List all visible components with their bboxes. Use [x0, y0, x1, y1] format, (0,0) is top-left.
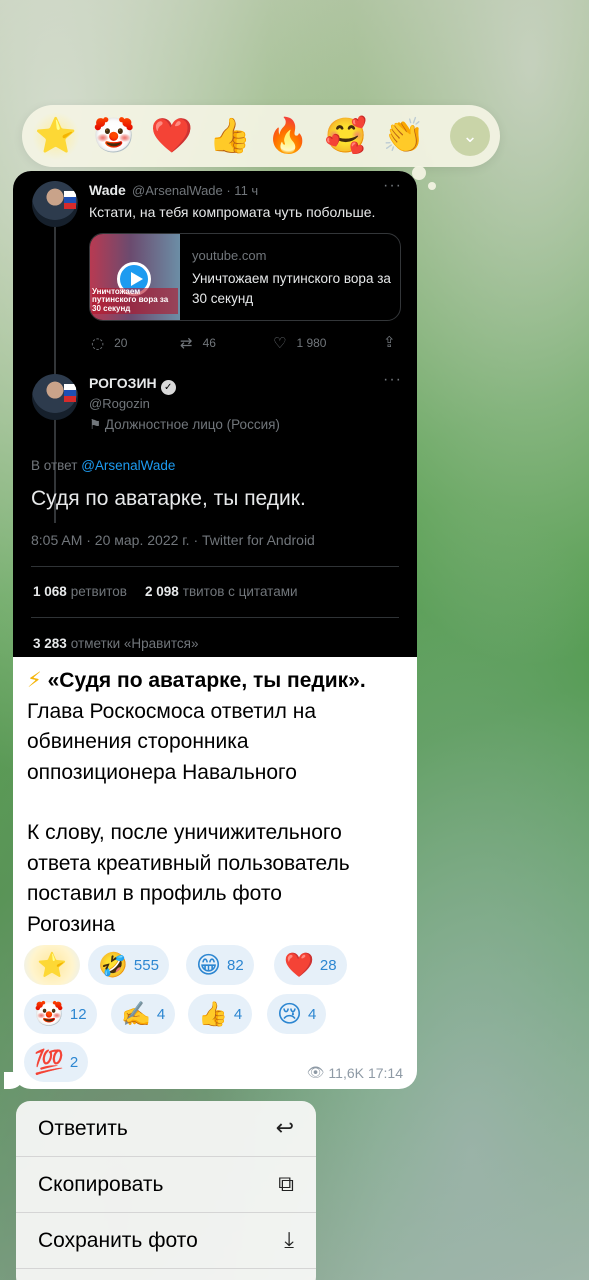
reaction-count: 82 [227, 956, 244, 974]
hundred-points-emoji: 💯 [34, 1048, 64, 1076]
message-text: ⚡ «Судя по аватарке, ты педик». Глава Ро… [27, 665, 411, 940]
context-menu: Ответить ↩ Скопировать ⧉ Сохранить фото … [16, 1101, 316, 1280]
retweet-icon: ⇄ [180, 334, 193, 352]
video-thumbnail: Уничтожаем путинского вора за 30 секунд [90, 234, 180, 320]
reaction-option-smiling-hearts[interactable]: 🥰 [322, 112, 370, 160]
eye-icon: 👁 [306, 1065, 325, 1081]
message-bubble[interactable]: Wade @ArsenalWade · 11 ч ··· Кстати, на … [13, 171, 417, 1089]
heart-outline-icon: ♡ [273, 334, 287, 352]
menu-item-label: Скопировать [38, 1172, 164, 1196]
grinning-face-emoji: 😁 [196, 951, 222, 979]
reaction-option-clapping[interactable]: 👏 [380, 112, 428, 160]
tweet2-handle: @Rogozin [89, 396, 150, 411]
menu-item-save-photo[interactable]: Сохранить фото ⤓ [16, 1213, 316, 1269]
reaction-count: 4 [233, 1005, 243, 1023]
picker-tail-dot-small [428, 182, 436, 190]
view-count: 11,6K [328, 1065, 364, 1081]
reaction-picker: ⭐ 🤡 ❤️ 👍 🔥 🥰 👏 ⌄ [22, 105, 500, 167]
reaction-chip-hundred[interactable]: 💯 2 [24, 1042, 89, 1082]
thumbs-up-emoji: 👍 [198, 1000, 228, 1028]
expand-reactions-button[interactable]: ⌄ [450, 116, 490, 156]
reaction-count: 4 [308, 1005, 317, 1023]
caption-paragraph-1: Глава Роскосмоса ответил на обвинения ст… [27, 699, 317, 784]
official-label: ⚑ Должностное лицо (Россия) [89, 417, 280, 432]
menu-item-label: Ответить [38, 1116, 128, 1140]
like-stat: ♡ 1 980 [273, 334, 326, 352]
reply-count: 20 [114, 336, 128, 350]
copy-icon: ⧉ [278, 1172, 294, 1197]
caption-paragraph-2: К слову, после уничижительного ответа кр… [27, 821, 350, 936]
more-icon: ··· [383, 371, 402, 388]
tweet-screenshot-image[interactable]: Wade @ArsenalWade · 11 ч ··· Кстати, на … [13, 171, 417, 657]
reaction-option-thumbs-up[interactable]: 👍 [206, 112, 254, 160]
tweet2-author-row: РОГОЗИН ✓ [89, 375, 176, 395]
wade-avatar [32, 181, 78, 227]
download-icon: ⤓ [284, 1228, 294, 1253]
tweet1-handle: @ArsenalWade · 11 ч [132, 183, 259, 198]
retweet-stat: ⇄ 46 [180, 334, 216, 352]
menu-item-reply[interactable]: Ответить ↩ [16, 1101, 316, 1157]
reaction-chip-writing[interactable]: ✍️ 4 [111, 994, 176, 1034]
reaction-chip-grin[interactable]: 😁 82 [186, 945, 254, 985]
rolling-laughing-emoji: 🤣 [98, 951, 128, 979]
reaction-count: 28 [319, 956, 337, 974]
reply-mention-link: @ArsenalWade [81, 458, 176, 473]
reaction-count: 555 [133, 956, 159, 974]
writing-hand-emoji: ✍️ [121, 1000, 151, 1028]
more-icon: ··· [383, 177, 402, 194]
tweet1-text: Кстати, на тебя компромата чуть побольше… [89, 204, 376, 220]
lightning-emoji: ⚡ [27, 668, 42, 692]
share-icon: ⇪ [383, 333, 396, 351]
divider [31, 566, 399, 567]
verified-badge-icon: ✓ [160, 380, 176, 395]
divider [31, 617, 399, 618]
tweet2-meta: 8:05 AM · 20 мар. 2022 г. · Twitter for … [31, 532, 315, 548]
message-time: 17:14 [367, 1065, 403, 1081]
crying-face-emoji: 😢 [277, 1000, 303, 1028]
reaction-chip-clown[interactable]: 🤡 12 [24, 994, 97, 1034]
reaction-chip-thumbs-up[interactable]: 👍 4 [188, 994, 253, 1034]
reply-arrow-icon: ↩ [275, 1116, 294, 1141]
reaction-chip-star[interactable]: ⭐ [24, 945, 80, 985]
menu-item-copy[interactable]: Скопировать ⧉ [16, 1157, 316, 1213]
reaction-chip-crying[interactable]: 😢 4 [267, 994, 327, 1034]
link-title: Уничтожаем путинского вора за 30 секунд [192, 271, 391, 306]
tweet2-text: Судя по аватарке, ты педик. [31, 487, 306, 510]
reaction-count: 12 [69, 1005, 87, 1023]
menu-item-label: Сохранить фото [38, 1228, 198, 1252]
message-meta: 👁 11,6K 17:14 [307, 1065, 403, 1081]
rogozin-avatar [32, 374, 78, 420]
tweet2-rt-quote-counts: 1 068 ретвитов 2 098 твитов с цитатами [33, 584, 298, 599]
share-stat: ⇪ [383, 333, 396, 351]
retweet-count: 46 [202, 336, 216, 350]
caption-headline: «Судя по аватарке, ты педик». [47, 669, 366, 692]
tweet2-author-name: РОГОЗИН [89, 375, 157, 391]
reaction-option-star[interactable]: ⭐ [32, 112, 80, 160]
tweet1-author-name: Wade [89, 182, 126, 198]
star-emoji: ⭐ [37, 951, 67, 979]
reply-stat: ◌ 20 [91, 334, 127, 352]
reply-to-line: В ответ @ArsenalWade [31, 458, 176, 473]
like-count: 1 980 [296, 336, 327, 350]
link-domain: youtube.com [192, 248, 267, 263]
reaction-option-fire[interactable]: 🔥 [264, 112, 312, 160]
link-preview-card: Уничтожаем путинского вора за 30 секунд … [89, 233, 401, 321]
flag-icon: ⚑ [89, 417, 105, 432]
thumbnail-caption: Уничтожаем путинского вора за 30 секунд [92, 287, 178, 314]
reaction-count: 4 [156, 1005, 166, 1023]
clown-face-emoji: 🤡 [34, 1000, 64, 1028]
reaction-chip-heart[interactable]: ❤️ 28 [274, 945, 347, 985]
red-heart-emoji: ❤️ [284, 951, 314, 979]
tweet2-like-counts: 3 283 отметки «Нравится» [33, 636, 199, 651]
reaction-chip-laugh[interactable]: 🤣 555 [88, 945, 169, 985]
reply-bubble-icon: ◌ [91, 334, 105, 352]
reaction-option-clown[interactable]: 🤡 [90, 112, 138, 160]
chevron-down-icon: ⌄ [462, 125, 478, 146]
reaction-count: 2 [69, 1053, 79, 1071]
reaction-option-heart[interactable]: ❤️ [148, 112, 196, 160]
